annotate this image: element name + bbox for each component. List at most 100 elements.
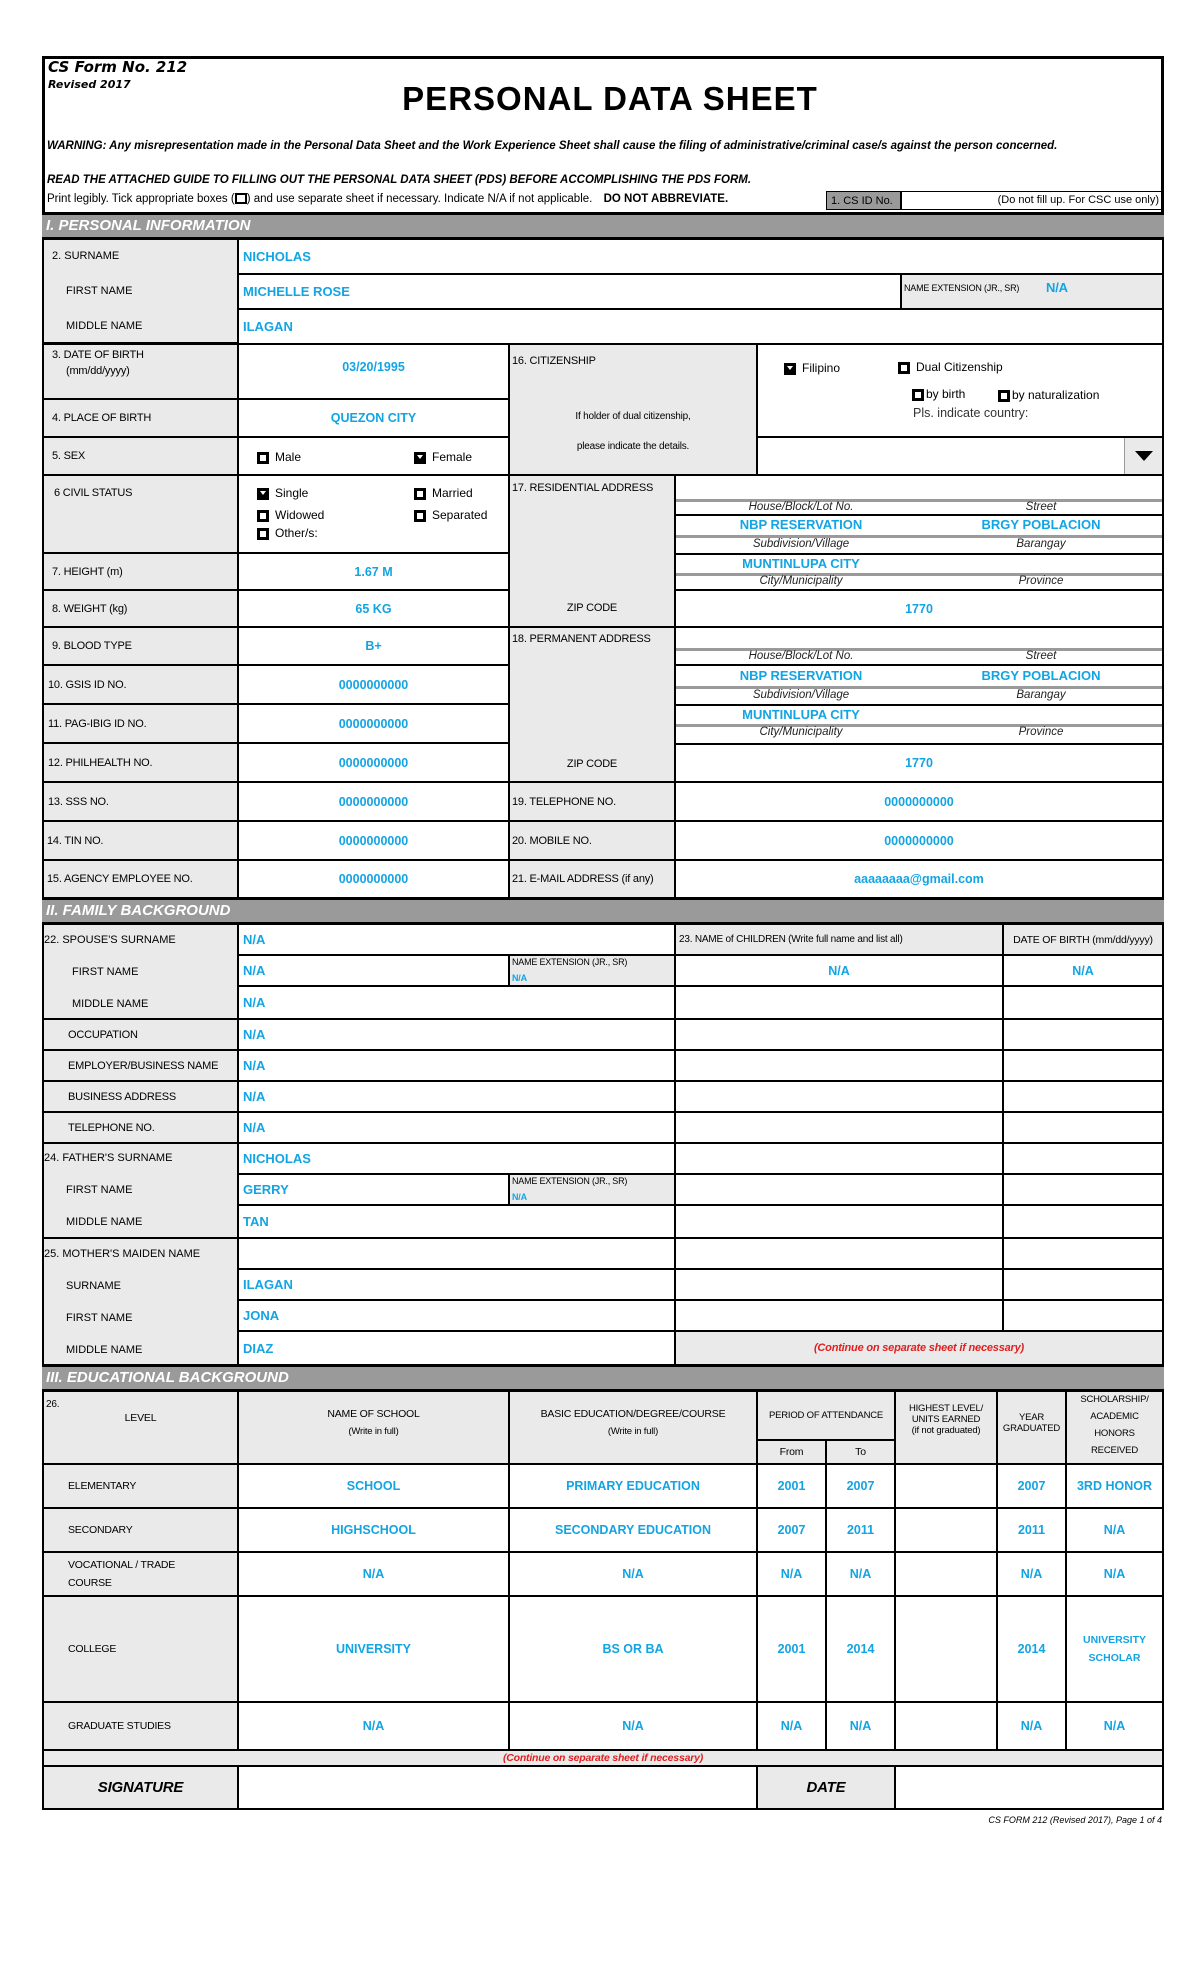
civil-option-widowed[interactable]: Widowed	[257, 508, 324, 522]
edu-school-field[interactable]: HIGHSCHOOL	[237, 1507, 510, 1553]
edu-school-field[interactable]: N/A	[237, 1701, 510, 1751]
spouse-middle-name-field[interactable]: N/A	[237, 985, 676, 1020]
edu-to-field[interactable]: 2014	[825, 1595, 896, 1703]
res-city-field[interactable]: MUNTINLUPA CITY	[686, 556, 916, 571]
edu-honors-field[interactable]: 3RD HONOR	[1065, 1463, 1164, 1509]
mobile-field[interactable]: 0000000000	[674, 820, 1164, 861]
child-dob-field[interactable]	[1002, 1142, 1164, 1175]
sss-field[interactable]: 0000000000	[237, 781, 510, 822]
pob-field[interactable]: QUEZON CITY	[237, 398, 510, 438]
first-name-field[interactable]: MICHELLE ROSE	[237, 273, 902, 310]
citizenship-option-filipino[interactable]: Filipino	[784, 361, 840, 375]
edu-to-field[interactable]: N/A	[825, 1551, 896, 1597]
mother-surname-field[interactable]: ILAGAN	[237, 1268, 676, 1301]
edu-to-field[interactable]: 2007	[825, 1463, 896, 1509]
citizenship-option-by-birth[interactable]: by birth	[912, 387, 965, 401]
edu-to-field[interactable]: 2011	[825, 1507, 896, 1553]
spouse-first-name-field[interactable]: N/A	[237, 954, 510, 987]
res-barangay-field[interactable]: BRGY POBLACION	[926, 517, 1156, 532]
father-surname-field[interactable]: NICHOLAS	[237, 1142, 676, 1175]
cs-id-field[interactable]: (Do not fill up. For CSC use only)	[901, 191, 1163, 210]
dropdown-arrow-button[interactable]	[1124, 438, 1162, 474]
child-name-field[interactable]	[674, 1299, 1004, 1334]
child-name-field[interactable]	[674, 985, 1004, 1020]
citizenship-option-dual[interactable]: Dual Citizenship	[898, 360, 1003, 374]
email-field[interactable]: aaaaaaaa@gmail.com	[674, 859, 1164, 899]
edu-year-field[interactable]: 2007	[996, 1463, 1067, 1509]
edu-honors-field[interactable]: N/A	[1065, 1507, 1164, 1553]
gsis-field[interactable]: 0000000000	[237, 664, 510, 705]
edu-highest-field[interactable]	[894, 1595, 998, 1703]
child-dob-field[interactable]: N/A	[1002, 954, 1164, 987]
edu-to-field[interactable]: N/A	[825, 1701, 896, 1751]
signature-field[interactable]	[237, 1765, 758, 1810]
edu-course-field[interactable]: N/A	[508, 1551, 758, 1597]
edu-from-field[interactable]: N/A	[756, 1701, 827, 1751]
child-name-field[interactable]: N/A	[674, 954, 1004, 987]
civil-option-others[interactable]: Other/s:	[257, 526, 318, 540]
tin-field[interactable]: 0000000000	[237, 820, 510, 861]
name-extension-field[interactable]: NAME EXTENSION (JR., SR) N/A	[900, 273, 1164, 310]
residential-zip-field[interactable]: 1770	[674, 589, 1164, 628]
father-first-name-field[interactable]: GERRY	[237, 1173, 510, 1206]
child-dob-field[interactable]	[1002, 1080, 1164, 1113]
dob-field[interactable]: 03/20/1995	[237, 343, 510, 400]
edu-honors-field[interactable]: UNIVERSITY SCHOLAR	[1065, 1595, 1164, 1703]
perm-subdivision-field[interactable]: NBP RESERVATION	[686, 668, 916, 683]
edu-course-field[interactable]: N/A	[508, 1701, 758, 1751]
child-dob-field[interactable]	[1002, 1049, 1164, 1082]
edu-course-field[interactable]: BS OR BA	[508, 1595, 758, 1703]
edu-year-field[interactable]: 2011	[996, 1507, 1067, 1553]
edu-highest-field[interactable]	[894, 1701, 998, 1751]
perm-city-field[interactable]: MUNTINLUPA CITY	[686, 707, 916, 722]
sex-option-female[interactable]: Female	[414, 450, 472, 464]
edu-year-field[interactable]: 2014	[996, 1595, 1067, 1703]
edu-course-field[interactable]: PRIMARY EDUCATION	[508, 1463, 758, 1509]
weight-field[interactable]: 65 KG	[237, 589, 510, 628]
edu-honors-field[interactable]: N/A	[1065, 1551, 1164, 1597]
pagibig-field[interactable]: 0000000000	[237, 703, 510, 744]
philhealth-field[interactable]: 0000000000	[237, 742, 510, 783]
child-dob-field[interactable]	[1002, 1173, 1164, 1206]
edu-from-field[interactable]: N/A	[756, 1551, 827, 1597]
edu-highest-field[interactable]	[894, 1551, 998, 1597]
child-dob-field[interactable]	[1002, 1204, 1164, 1239]
date-field[interactable]	[894, 1765, 1164, 1810]
child-name-field[interactable]	[674, 1049, 1004, 1082]
child-dob-field[interactable]	[1002, 985, 1164, 1020]
child-name-field[interactable]	[674, 1268, 1004, 1301]
child-dob-field[interactable]	[1002, 1237, 1164, 1270]
edu-school-field[interactable]: N/A	[237, 1551, 510, 1597]
perm-barangay-field[interactable]: BRGY POBLACION	[926, 668, 1156, 683]
mother-middle-name-field[interactable]: DIAZ	[237, 1330, 676, 1366]
edu-highest-field[interactable]	[894, 1507, 998, 1553]
child-name-field[interactable]	[674, 1204, 1004, 1239]
blood-type-field[interactable]: B+	[237, 626, 510, 666]
civil-option-married[interactable]: Married	[414, 486, 473, 500]
country-dropdown[interactable]	[756, 436, 1164, 476]
child-name-field[interactable]	[674, 1111, 1004, 1144]
permanent-zip-field[interactable]: 1770	[674, 743, 1164, 783]
child-name-field[interactable]	[674, 1018, 1004, 1051]
res-subdivision-field[interactable]: NBP RESERVATION	[686, 517, 916, 532]
child-name-field[interactable]	[674, 1173, 1004, 1206]
business-address-field[interactable]: N/A	[237, 1080, 676, 1113]
employer-field[interactable]: N/A	[237, 1049, 676, 1082]
surname-field[interactable]: NICHOLAS	[237, 238, 1164, 275]
child-name-field[interactable]	[674, 1237, 1004, 1270]
sex-option-male[interactable]: Male	[257, 450, 301, 464]
occupation-field[interactable]: N/A	[237, 1018, 676, 1051]
father-middle-name-field[interactable]: TAN	[237, 1204, 676, 1239]
mother-first-name-field[interactable]: JONA	[237, 1299, 676, 1332]
edu-school-field[interactable]: SCHOOL	[237, 1463, 510, 1509]
citizenship-option-by-naturalization[interactable]: by naturalization	[998, 388, 1099, 402]
telephone-field[interactable]: 0000000000	[674, 781, 1164, 822]
spouse-surname-field[interactable]: N/A	[237, 923, 676, 956]
agency-employee-field[interactable]: 0000000000	[237, 859, 510, 899]
edu-year-field[interactable]: N/A	[996, 1701, 1067, 1751]
edu-from-field[interactable]: 2001	[756, 1463, 827, 1509]
spouse-telephone-field[interactable]: N/A	[237, 1111, 676, 1144]
child-dob-field[interactable]	[1002, 1018, 1164, 1051]
edu-from-field[interactable]: 2001	[756, 1595, 827, 1703]
father-name-extension-field[interactable]: NAME EXTENSION (JR., SR) N/A	[508, 1173, 676, 1206]
